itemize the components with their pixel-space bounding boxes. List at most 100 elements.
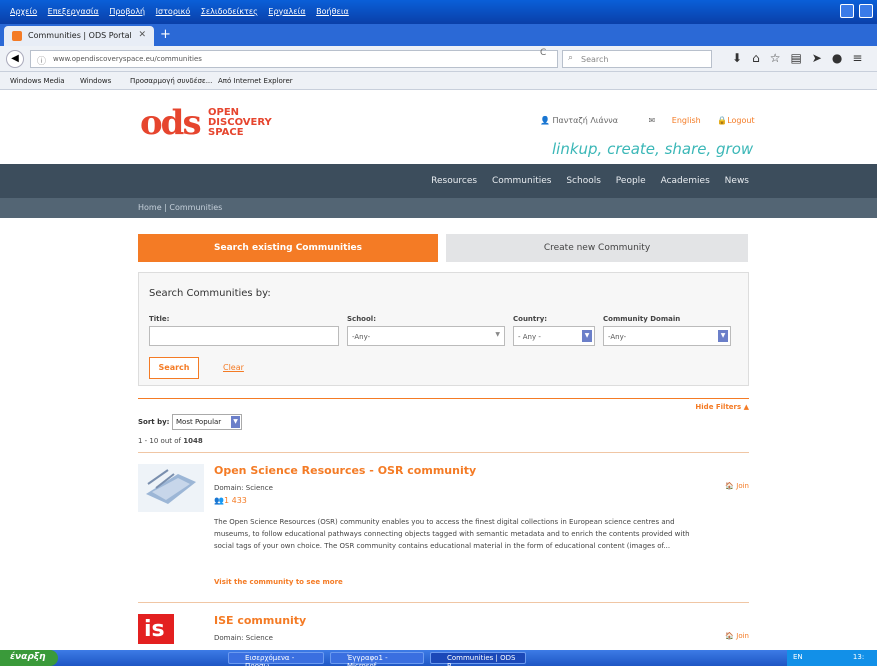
navigation-toolbar: ◀ ⓘ www.opendiscoveryspace.eu/communitie… — [0, 46, 877, 72]
country-label: Country: — [513, 315, 548, 323]
bookmark-ie[interactable]: Από Internet Explorer — [218, 77, 293, 85]
filter-heading: Search Communities by: — [149, 288, 271, 299]
search-box[interactable]: ⌕ Search — [562, 50, 712, 68]
chevron-down-icon: ▼ — [718, 330, 728, 342]
community-thumbnail[interactable]: is — [138, 614, 174, 644]
menu-view[interactable]: Προβολή — [109, 7, 145, 16]
language-indicator[interactable]: EN — [793, 653, 803, 661]
nav-people[interactable]: People — [616, 176, 646, 186]
logo-mark: ods — [140, 103, 202, 143]
country-select[interactable]: - Any - ▼ — [513, 326, 595, 346]
chat-icon[interactable]: ● — [832, 51, 852, 65]
sort-select[interactable]: Most Popular ▼ — [172, 414, 242, 430]
search-icon: ⌕ — [568, 53, 574, 63]
bookmark-windows-media[interactable]: Windows Media — [10, 77, 65, 85]
url-text: www.opendiscoveryspace.eu/communities — [53, 55, 202, 63]
community-description: The Open Science Resources (OSR) communi… — [214, 518, 690, 550]
community-title[interactable]: ISE community — [214, 614, 306, 627]
nav-news[interactable]: News — [725, 176, 749, 186]
chevron-up-icon: ▲ — [743, 403, 749, 411]
tab-create-community[interactable]: Create new Community — [446, 234, 748, 262]
language-link[interactable]: English — [672, 116, 701, 125]
window-menubar: Αρχείο Επεξεργασία Προβολή Ιστορικό Σελι… — [0, 0, 877, 24]
reload-icon[interactable]: C — [540, 48, 546, 58]
site-info-icon[interactable]: ⓘ — [37, 54, 46, 67]
school-select[interactable]: -Any- ▼ — [347, 326, 505, 346]
logo-text: OPEN DISCOVERY SPACE — [208, 107, 272, 138]
members-icon: 👥 — [214, 496, 224, 505]
taskbar-firefox[interactable]: Communities | ODS P... — [430, 652, 526, 670]
maximize-button[interactable] — [859, 4, 873, 18]
download-icon[interactable]: ⬇ — [732, 51, 752, 65]
breadcrumb[interactable]: Home | Communities — [0, 198, 877, 218]
address-bar[interactable]: ⓘ www.opendiscoveryspace.eu/communities — [30, 50, 558, 68]
tagline: linkup, create, share, grow — [552, 140, 754, 158]
user-profile-link[interactable]: 👤 Πανταζή Λιάννα — [540, 116, 632, 125]
browser-tab[interactable]: Communities | ODS Portal ✕ — [4, 26, 154, 46]
close-tab-icon[interactable]: ✕ — [138, 30, 146, 40]
community-thumbnail[interactable] — [138, 464, 204, 512]
community-card: is ISE community Domain: Science 🏠 Join — [138, 614, 749, 654]
ods-favicon-icon — [12, 31, 22, 41]
messages-icon[interactable]: ✉ — [649, 116, 656, 125]
system-tray: EN 13: — [787, 650, 877, 666]
toolbar-icons: ⬇⌂☆▤➤●≡ — [732, 51, 872, 65]
new-tab-button[interactable]: + — [160, 27, 171, 42]
clear-link[interactable]: Clear — [223, 363, 244, 372]
chevron-down-icon: ▼ — [582, 330, 592, 342]
nav-academies[interactable]: Academies — [661, 176, 710, 186]
back-button[interactable]: ◀ — [6, 50, 24, 68]
divider — [138, 398, 749, 399]
menu-edit[interactable]: Επεξεργασία — [48, 7, 99, 16]
domain-select[interactable]: -Any- ▼ — [603, 326, 731, 346]
join-button[interactable]: 🏠 Join — [725, 632, 749, 640]
school-label: School: — [347, 315, 376, 323]
web-page: ods OPEN DISCOVERY SPACE 👤 Πανταζή Λιάνν… — [0, 90, 877, 644]
nav-communities[interactable]: Communities — [492, 176, 552, 186]
bookmark-windows[interactable]: Windows — [80, 77, 111, 85]
nav-resources[interactable]: Resources — [431, 176, 477, 186]
divider — [138, 602, 749, 603]
home-icon[interactable]: ⌂ — [752, 51, 770, 65]
menu-icon[interactable]: ≡ — [852, 51, 872, 65]
tab-search-communities[interactable]: Search existing Communities — [138, 234, 438, 262]
join-icon: 🏠 — [725, 482, 735, 490]
start-button[interactable]: έναρξη — [0, 650, 58, 666]
result-count: 1 - 10 out of 1048 — [138, 437, 203, 445]
tab-title: Communities | ODS Portal — [28, 31, 132, 40]
reading-list-icon[interactable]: ▤ — [790, 51, 811, 65]
visit-community-link[interactable]: Visit the community to see more — [214, 578, 343, 586]
user-bar: 👤 Πανταζή Λιάννα ✉ English 🔒Logout — [540, 116, 783, 125]
tab-bar: Communities | ODS Portal ✕ + — [0, 24, 877, 46]
taskbar-word[interactable]: Έγγραφο1 - Microsof... — [330, 652, 424, 670]
menu-history[interactable]: Ιστορικό — [156, 7, 191, 16]
chevron-down-icon: ▼ — [495, 331, 500, 338]
bookmark-star-icon[interactable]: ☆ — [770, 51, 791, 65]
sort-label: Sort by: — [138, 418, 170, 426]
menu-help[interactable]: Βοήθεια — [316, 7, 349, 16]
windows-taskbar: έναρξη Εισερχόμενα - Προσω... Έγγραφο1 -… — [0, 650, 877, 670]
bookmark-customize[interactable]: Προσαρμογή συνδέσε... — [130, 77, 212, 85]
join-icon: 🏠 — [725, 632, 735, 640]
hide-filters-link[interactable]: Hide Filters ▲ — [695, 403, 749, 411]
chevron-down-icon: ▼ — [231, 416, 240, 428]
send-icon[interactable]: ➤ — [812, 51, 832, 65]
community-card: Open Science Resources - OSR community D… — [138, 464, 749, 594]
title-input[interactable] — [149, 326, 339, 346]
main-navigation: Resources Communities Schools People Aca… — [0, 164, 877, 198]
domain-label: Community Domain — [603, 315, 681, 323]
ods-logo[interactable]: ods OPEN DISCOVERY SPACE — [140, 104, 290, 144]
taskbar-outlook[interactable]: Εισερχόμενα - Προσω... — [228, 652, 324, 670]
community-title[interactable]: Open Science Resources - OSR community — [214, 464, 476, 477]
logout-link[interactable]: 🔒Logout — [717, 116, 768, 125]
join-button[interactable]: 🏠 Join — [725, 482, 749, 490]
menu-bookmarks[interactable]: Σελιδοδείκτες — [201, 7, 258, 16]
nav-schools[interactable]: Schools — [566, 176, 601, 186]
search-button[interactable]: Search — [149, 357, 199, 379]
divider — [138, 452, 749, 453]
menu-file[interactable]: Αρχείο — [10, 7, 37, 16]
search-placeholder: Search — [581, 55, 609, 64]
menu-tools[interactable]: Εργαλεία — [268, 7, 305, 16]
members-count: 👥1 433 — [214, 496, 247, 505]
minimize-button[interactable] — [840, 4, 855, 18]
